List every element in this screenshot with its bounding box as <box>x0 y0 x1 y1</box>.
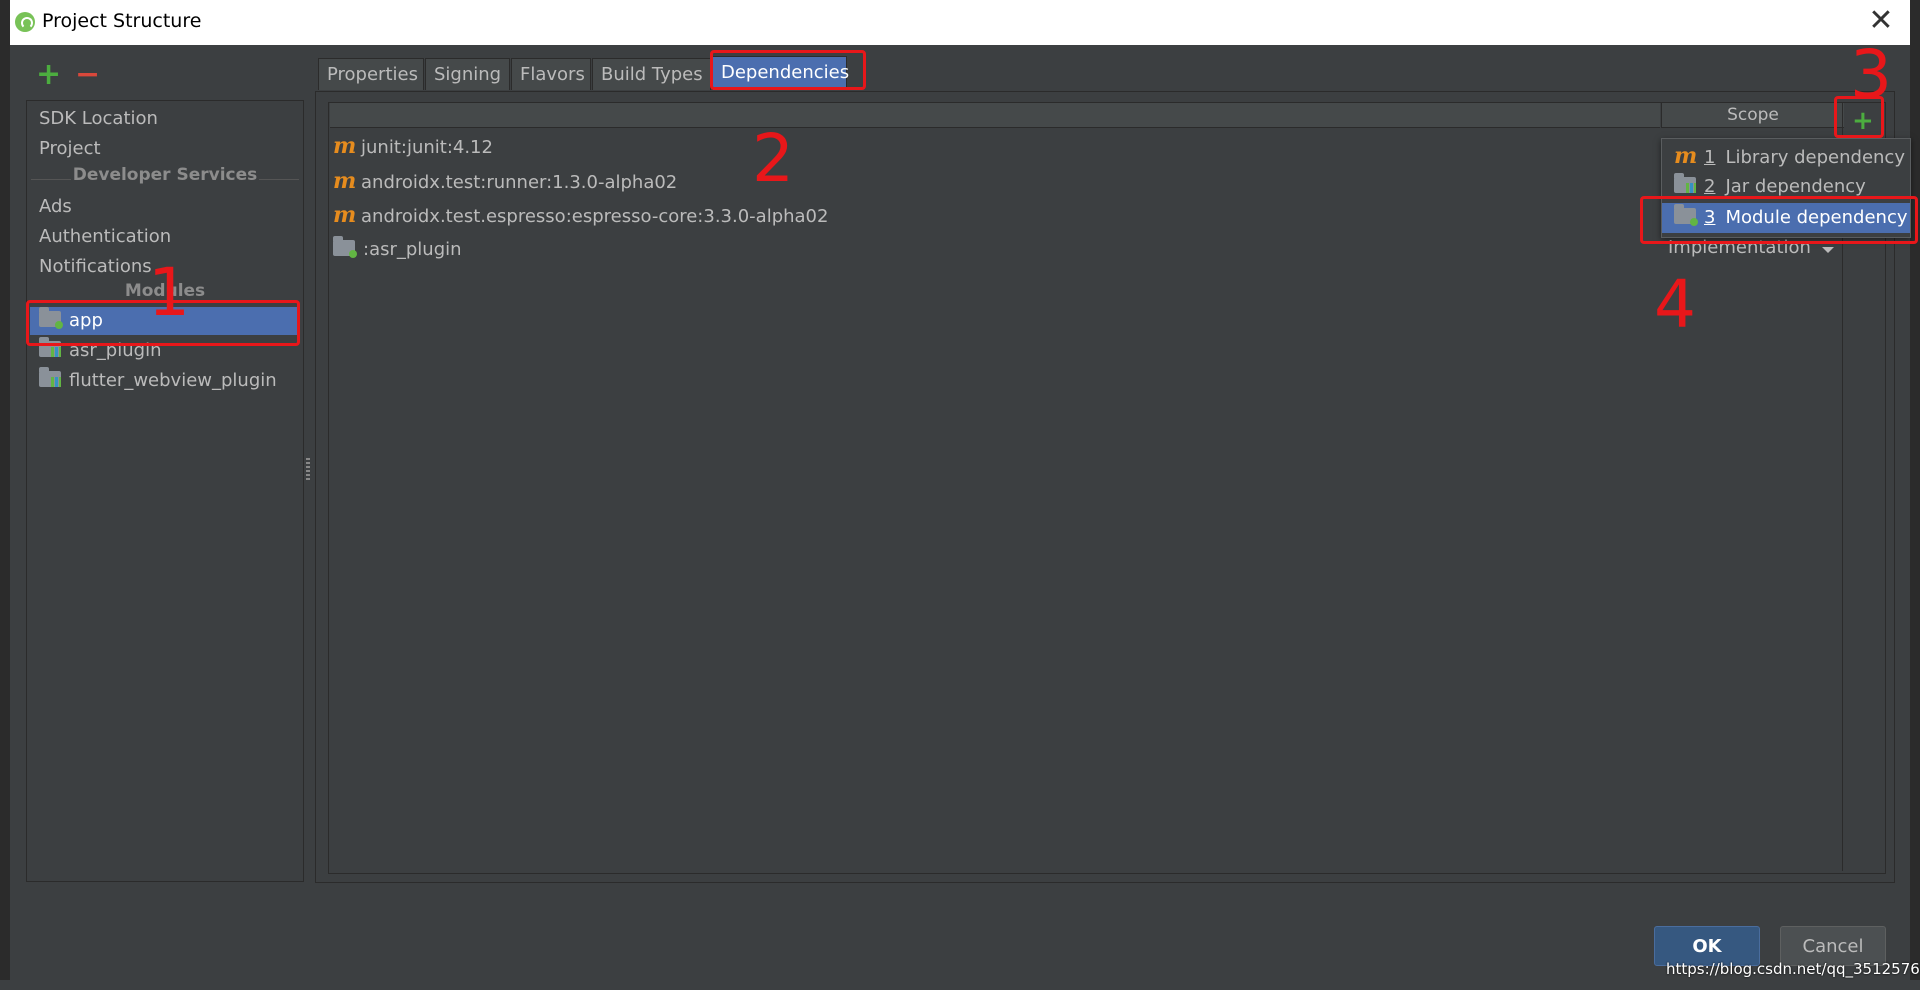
ide-background-right <box>1910 45 1920 980</box>
maven-icon: m <box>1674 143 1698 169</box>
dependency-name: junit:junit:4.12 <box>361 137 493 158</box>
table-row[interactable]: m androidx.test:runner:1.3.0-alpha02 <box>333 166 677 196</box>
splitter-handle[interactable] <box>306 458 310 480</box>
popup-item-library-dependency[interactable]: m 1 Library dependency <box>1662 141 1910 171</box>
tab-build-types[interactable]: Build Types <box>592 58 711 90</box>
sidebar-group-label: Developer Services <box>72 165 258 185</box>
tab-flavors[interactable]: Flavors <box>511 58 591 90</box>
sidebar-item-flutter-webview-plugin[interactable]: flutter_webview_plugin <box>39 367 277 395</box>
table-header <box>330 103 1660 128</box>
remove-module-button[interactable]: − <box>75 60 100 90</box>
annotation-number-1: 1 <box>148 254 190 331</box>
android-studio-icon <box>15 12 35 32</box>
maven-icon: m <box>333 133 357 159</box>
table-row[interactable]: m androidx.test.espresso:espresso-core:3.… <box>333 200 828 230</box>
popup-item-label: Jar dependency <box>1725 176 1866 197</box>
sidebar-item-notifications[interactable]: Notifications <box>39 253 152 281</box>
close-icon[interactable]: ✕ <box>1865 6 1897 38</box>
popup-item-label: Library dependency <box>1725 147 1905 168</box>
scope-column-header[interactable]: Scope <box>1661 103 1844 128</box>
annotation-box-4 <box>1640 196 1918 244</box>
watermark: https://blog.csdn.net/qq_35125764 <box>1666 960 1920 978</box>
window-titlebar <box>10 0 1910 46</box>
sidebar-item-sdk-location[interactable]: SDK Location <box>39 105 158 133</box>
add-module-button[interactable]: + <box>36 60 61 90</box>
annotation-number-2: 2 <box>752 120 794 197</box>
chevron-down-icon[interactable] <box>1822 247 1834 253</box>
sidebar-item-project[interactable]: Project <box>39 135 101 163</box>
maven-icon: m <box>333 202 357 228</box>
ide-background-left <box>0 45 10 980</box>
maven-icon: m <box>333 168 357 194</box>
sidebar-item-ads[interactable]: Ads <box>39 193 72 221</box>
window-title: Project Structure <box>42 10 202 32</box>
dependency-name: androidx.test:runner:1.3.0-alpha02 <box>361 172 678 193</box>
dependency-name: androidx.test.espresso:espresso-core:3.3… <box>361 206 829 227</box>
sidebar: SDK Location Project Developer Services … <box>26 100 304 882</box>
sidebar-group-developer-services: Developer Services <box>27 165 303 189</box>
tab-signing[interactable]: Signing <box>425 58 510 90</box>
jar-icon <box>1674 173 1696 193</box>
dependency-name: :asr_plugin <box>363 239 462 260</box>
table-row[interactable]: :asr_plugin <box>333 235 462 265</box>
ide-background-bottom <box>0 980 1920 990</box>
table-row[interactable]: m junit:junit:4.12 <box>333 131 493 161</box>
popup-item-number: 1 <box>1704 147 1716 168</box>
module-folder-icon <box>333 236 357 258</box>
sidebar-item-label: flutter_webview_plugin <box>69 370 277 391</box>
annotation-number-3: 3 <box>1850 36 1892 113</box>
popup-item-number: 2 <box>1704 176 1716 197</box>
annotation-box-2 <box>710 50 866 90</box>
library-module-icon <box>39 367 61 387</box>
annotation-number-4: 4 <box>1654 266 1696 343</box>
sidebar-item-authentication[interactable]: Authentication <box>39 223 171 251</box>
tab-properties[interactable]: Properties <box>318 58 424 90</box>
